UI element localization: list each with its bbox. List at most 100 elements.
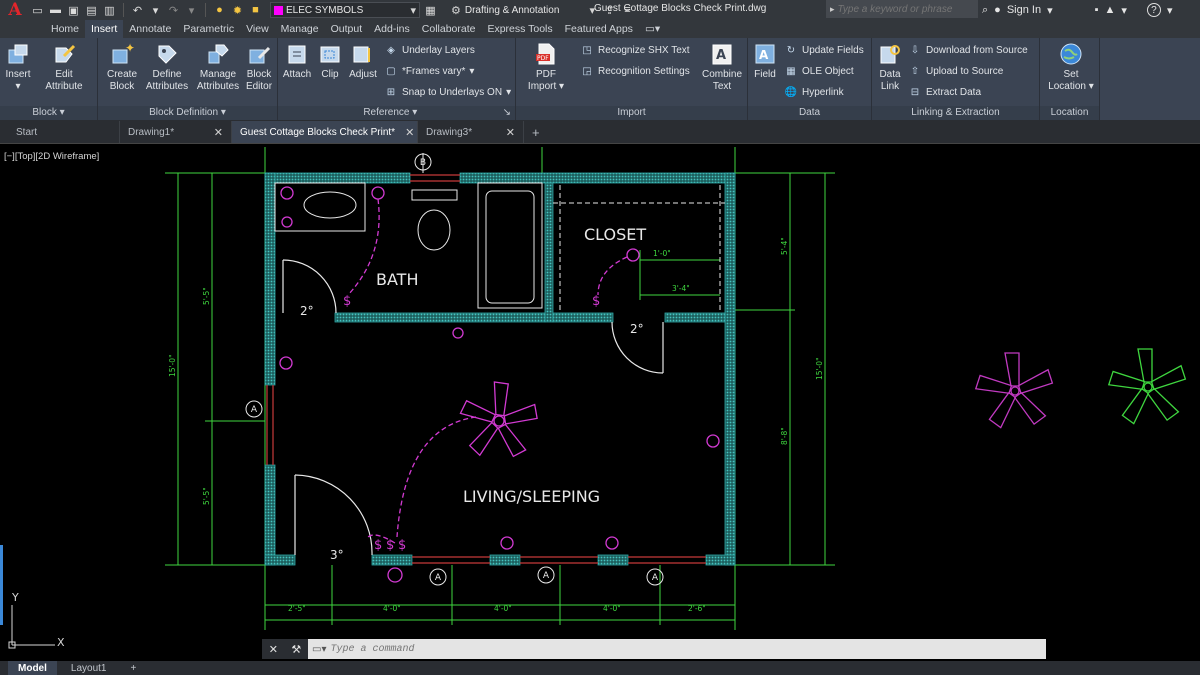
- panel-linking-title[interactable]: Linking & Extraction: [872, 106, 1039, 120]
- autodesk-app-icon[interactable]: ▲: [1105, 4, 1116, 16]
- panel-location-title[interactable]: Location: [1040, 106, 1099, 120]
- layer-properties-icon[interactable]: ▦: [423, 3, 438, 17]
- autocad-logo-icon[interactable]: A: [0, 0, 30, 20]
- tab-collaborate[interactable]: Collaborate: [416, 20, 482, 38]
- side-panel-handle[interactable]: [0, 545, 3, 625]
- manage-attributes-button[interactable]: Manage Attributes: [196, 41, 240, 93]
- viewport-controls[interactable]: [−][Top][2D Wireframe]: [4, 151, 99, 162]
- command-input-area[interactable]: ▭▾: [308, 639, 1046, 659]
- search-icon[interactable]: ⌕: [982, 4, 988, 17]
- clip-label: Clip: [321, 69, 339, 80]
- search-field[interactable]: ▸: [826, 0, 978, 18]
- upload-source-button[interactable]: ⇧ Upload to Source: [908, 64, 1003, 79]
- cart-icon[interactable]: ▪: [1095, 4, 1099, 16]
- tab-manage[interactable]: Manage: [275, 20, 325, 38]
- tab-insert[interactable]: Insert: [85, 20, 124, 38]
- svg-text:A: A: [716, 48, 726, 63]
- help-dropdown-icon[interactable]: ▾: [1167, 4, 1173, 17]
- close-tab-icon[interactable]: ✕: [214, 126, 223, 139]
- attach-button[interactable]: Attach: [280, 41, 314, 81]
- tab-home[interactable]: Home: [45, 20, 85, 38]
- ribbon-options-icon[interactable]: ▭▾: [639, 20, 666, 38]
- hyperlink-button[interactable]: 🌐 Hyperlink: [784, 85, 844, 100]
- sign-in-dropdown-icon[interactable]: ▾: [1047, 4, 1053, 17]
- tab-parametric[interactable]: Parametric: [177, 20, 240, 38]
- panel-block-title[interactable]: Block ▾: [0, 106, 97, 120]
- new-file-icon[interactable]: ▭: [30, 3, 45, 17]
- clip-button[interactable]: Clip: [316, 41, 344, 81]
- door-tag-bath: 2°: [300, 304, 314, 318]
- update-fields-button[interactable]: ↻ Update Fields: [784, 43, 864, 58]
- panel-data-title[interactable]: Data: [748, 106, 871, 120]
- field-button[interactable]: A Field: [750, 41, 780, 81]
- chevron-down-icon: ▾: [506, 87, 512, 98]
- app-dropdown-icon[interactable]: ▾: [1121, 4, 1127, 17]
- extract-data-button[interactable]: ⊟ Extract Data: [908, 85, 981, 100]
- recognize-shx-button[interactable]: ◳ Recognize SHX Text: [580, 43, 689, 58]
- drawing-canvas[interactable]: [−][Top][2D Wireframe] 2'-5" 4'-0" 4'-0"…: [0, 145, 1200, 661]
- underlay-layers-button[interactable]: ◈ Underlay Layers: [384, 43, 475, 58]
- insert-button[interactable]: Insert ▾: [4, 41, 32, 93]
- close-tab-icon[interactable]: ✕: [405, 126, 414, 139]
- command-prompt-icon[interactable]: ▭▾: [312, 644, 326, 655]
- panel-reference-title[interactable]: Reference ▾ ↘: [278, 106, 515, 120]
- panel-block-definition-title[interactable]: Block Definition ▾: [98, 106, 277, 120]
- panel-import-title[interactable]: Import: [516, 106, 747, 120]
- tab-view[interactable]: View: [240, 20, 275, 38]
- edit-attribute-button[interactable]: Edit Attribute: [40, 41, 88, 93]
- file-tab-guest-cottage[interactable]: Guest Cottage Blocks Check Print* ✕: [232, 121, 418, 143]
- close-tab-icon[interactable]: ✕: [506, 126, 515, 139]
- sun-icon[interactable]: ✹: [230, 3, 245, 17]
- lightbulb-icon[interactable]: ●: [212, 3, 227, 17]
- pdf-import-button[interactable]: PDF PDF Import ▾: [526, 41, 566, 93]
- new-tab-button[interactable]: +: [524, 121, 548, 143]
- tab-output[interactable]: Output: [325, 20, 369, 38]
- tab-express-tools[interactable]: Express Tools: [481, 20, 558, 38]
- snap-underlays-dropdown[interactable]: ⊞ Snap to Underlays ON ▾: [384, 85, 511, 100]
- save-icon[interactable]: ▣: [66, 3, 81, 17]
- sign-in-link[interactable]: Sign In: [1007, 4, 1041, 16]
- file-tab-start[interactable]: Start: [8, 121, 120, 143]
- ceiling-fan-icon: [974, 352, 1054, 429]
- open-folder-icon[interactable]: ▬: [48, 3, 63, 17]
- add-layout-button[interactable]: +: [120, 661, 146, 675]
- define-attributes-button[interactable]: Define Attributes: [144, 41, 190, 93]
- combine-text-button[interactable]: A Combine Text: [700, 41, 744, 93]
- adjust-button[interactable]: Adjust: [346, 41, 380, 81]
- customize-wrench-icon[interactable]: ⚒: [291, 643, 301, 656]
- print-icon[interactable]: ▥: [102, 3, 117, 17]
- layout-tab-model[interactable]: Model: [8, 661, 57, 675]
- command-input[interactable]: [330, 643, 1046, 655]
- user-icon[interactable]: ●: [994, 4, 1001, 16]
- download-source-label: Download from Source: [926, 45, 1028, 56]
- close-icon[interactable]: ✕: [269, 643, 278, 656]
- help-icon[interactable]: ?: [1146, 3, 1161, 17]
- tab-annotate[interactable]: Annotate: [123, 20, 177, 38]
- set-location-button[interactable]: Set Location ▾: [1046, 41, 1096, 93]
- tab-featured-apps[interactable]: Featured Apps: [559, 20, 639, 38]
- redo-dropdown-icon[interactable]: ▾: [184, 3, 199, 17]
- download-source-button[interactable]: ⇩ Download from Source: [908, 43, 1028, 58]
- ole-object-button[interactable]: ▦ OLE Object: [784, 64, 853, 79]
- floor-plan: 2'-5" 4'-0" 4'-0" 4'-0" 2'-6" 1'-0" 3'-4…: [0, 147, 1187, 649]
- tab-add-ins[interactable]: Add-ins: [368, 20, 416, 38]
- fixtures: [274, 182, 725, 310]
- undo-icon[interactable]: ↶: [130, 3, 145, 17]
- data-link-button[interactable]: Data Link: [876, 41, 904, 93]
- search-input[interactable]: [837, 3, 978, 15]
- dim-bottom-1: 2'-5": [288, 604, 306, 613]
- frames-vary-dropdown[interactable]: ▢ *Frames vary* ▾: [384, 64, 474, 79]
- save-as-icon[interactable]: ▤: [84, 3, 99, 17]
- redo-icon[interactable]: ↷: [166, 3, 181, 17]
- file-tab-drawing3[interactable]: Drawing3* ✕: [418, 121, 524, 143]
- workspace-dropdown[interactable]: ⚙ Drafting & Annotation ▾: [447, 2, 599, 18]
- recognition-settings-button[interactable]: ◲ Recognition Settings: [580, 64, 689, 79]
- block-editor-button[interactable]: Block Editor: [244, 41, 274, 93]
- file-tab-drawing1[interactable]: Drawing1* ✕: [120, 121, 232, 143]
- layout-tab-layout1[interactable]: Layout1: [61, 661, 117, 675]
- undo-dropdown-icon[interactable]: ▾: [148, 3, 163, 17]
- create-block-button[interactable]: ✦ Create Block: [104, 41, 140, 93]
- panel-linking-extraction: Data Link ⇩ Download from Source ⇧ Uploa…: [872, 38, 1040, 120]
- lock-icon[interactable]: ■: [248, 3, 263, 17]
- layer-dropdown[interactable]: ELEC SYMBOLS ▾: [270, 2, 420, 18]
